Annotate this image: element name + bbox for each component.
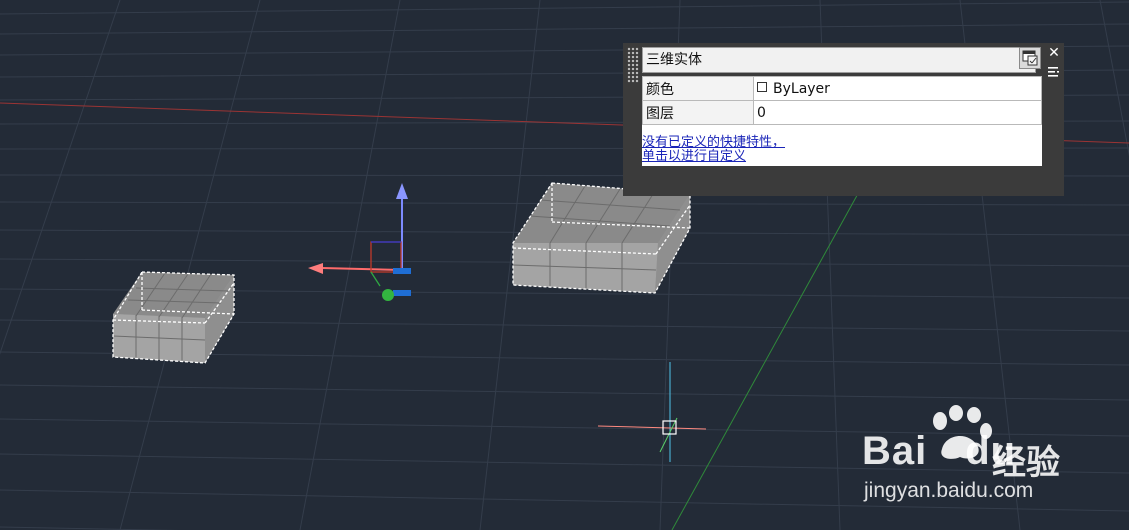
watermark-cn: 经验 — [992, 443, 1060, 483]
properties-table: 颜色 ByLayer 图层 0 — [642, 76, 1042, 125]
watermark-url: jingyan.baidu.com — [864, 479, 1034, 502]
property-value-color[interactable]: ByLayer — [753, 76, 1042, 101]
color-swatch-icon — [757, 81, 767, 92]
close-icon[interactable]: ✕ — [1047, 46, 1061, 60]
property-value-layer[interactable]: 0 — [753, 100, 1042, 125]
object-type-dropdown[interactable]: 三维实体 ⌵ — [642, 47, 1036, 73]
drawing-viewport[interactable]: 三维实体 ⌵ ✕ 颜色 ByL — [0, 0, 1129, 530]
ucs-gizmo[interactable] — [308, 183, 411, 301]
customize-settings-button[interactable] — [1019, 47, 1041, 69]
solid-box-left[interactable] — [112, 271, 235, 364]
solid-box-right[interactable] — [512, 182, 691, 294]
customize-links: 没有已定义的快捷特性， 单击以进行自定义 — [642, 136, 1042, 164]
no-quick-properties-link[interactable]: 没有已定义的快捷特性， — [642, 136, 1042, 150]
quick-properties-panel[interactable]: 三维实体 ⌵ ✕ 颜色 ByL — [623, 43, 1064, 196]
property-name: 颜色 — [642, 76, 754, 101]
property-row-layer[interactable]: 图层 0 — [642, 100, 1042, 125]
property-row-color[interactable]: 颜色 ByLayer — [642, 76, 1042, 101]
options-menu-icon — [1048, 67, 1059, 77]
object-type-label: 三维实体 — [646, 52, 702, 68]
baidu-jingyan-watermark: Bai du 经验 jingyan.baidu.com — [862, 405, 1122, 515]
panel-menu-icon[interactable] — [1047, 63, 1061, 77]
property-name: 图层 — [642, 100, 754, 125]
property-value-text: ByLayer — [773, 80, 830, 97]
crosshair-cursor — [597, 362, 707, 462]
panel-grip-handle[interactable] — [627, 47, 639, 83]
settings-window-icon — [1022, 50, 1038, 66]
customize-link[interactable]: 单击以进行自定义 — [642, 150, 1042, 164]
